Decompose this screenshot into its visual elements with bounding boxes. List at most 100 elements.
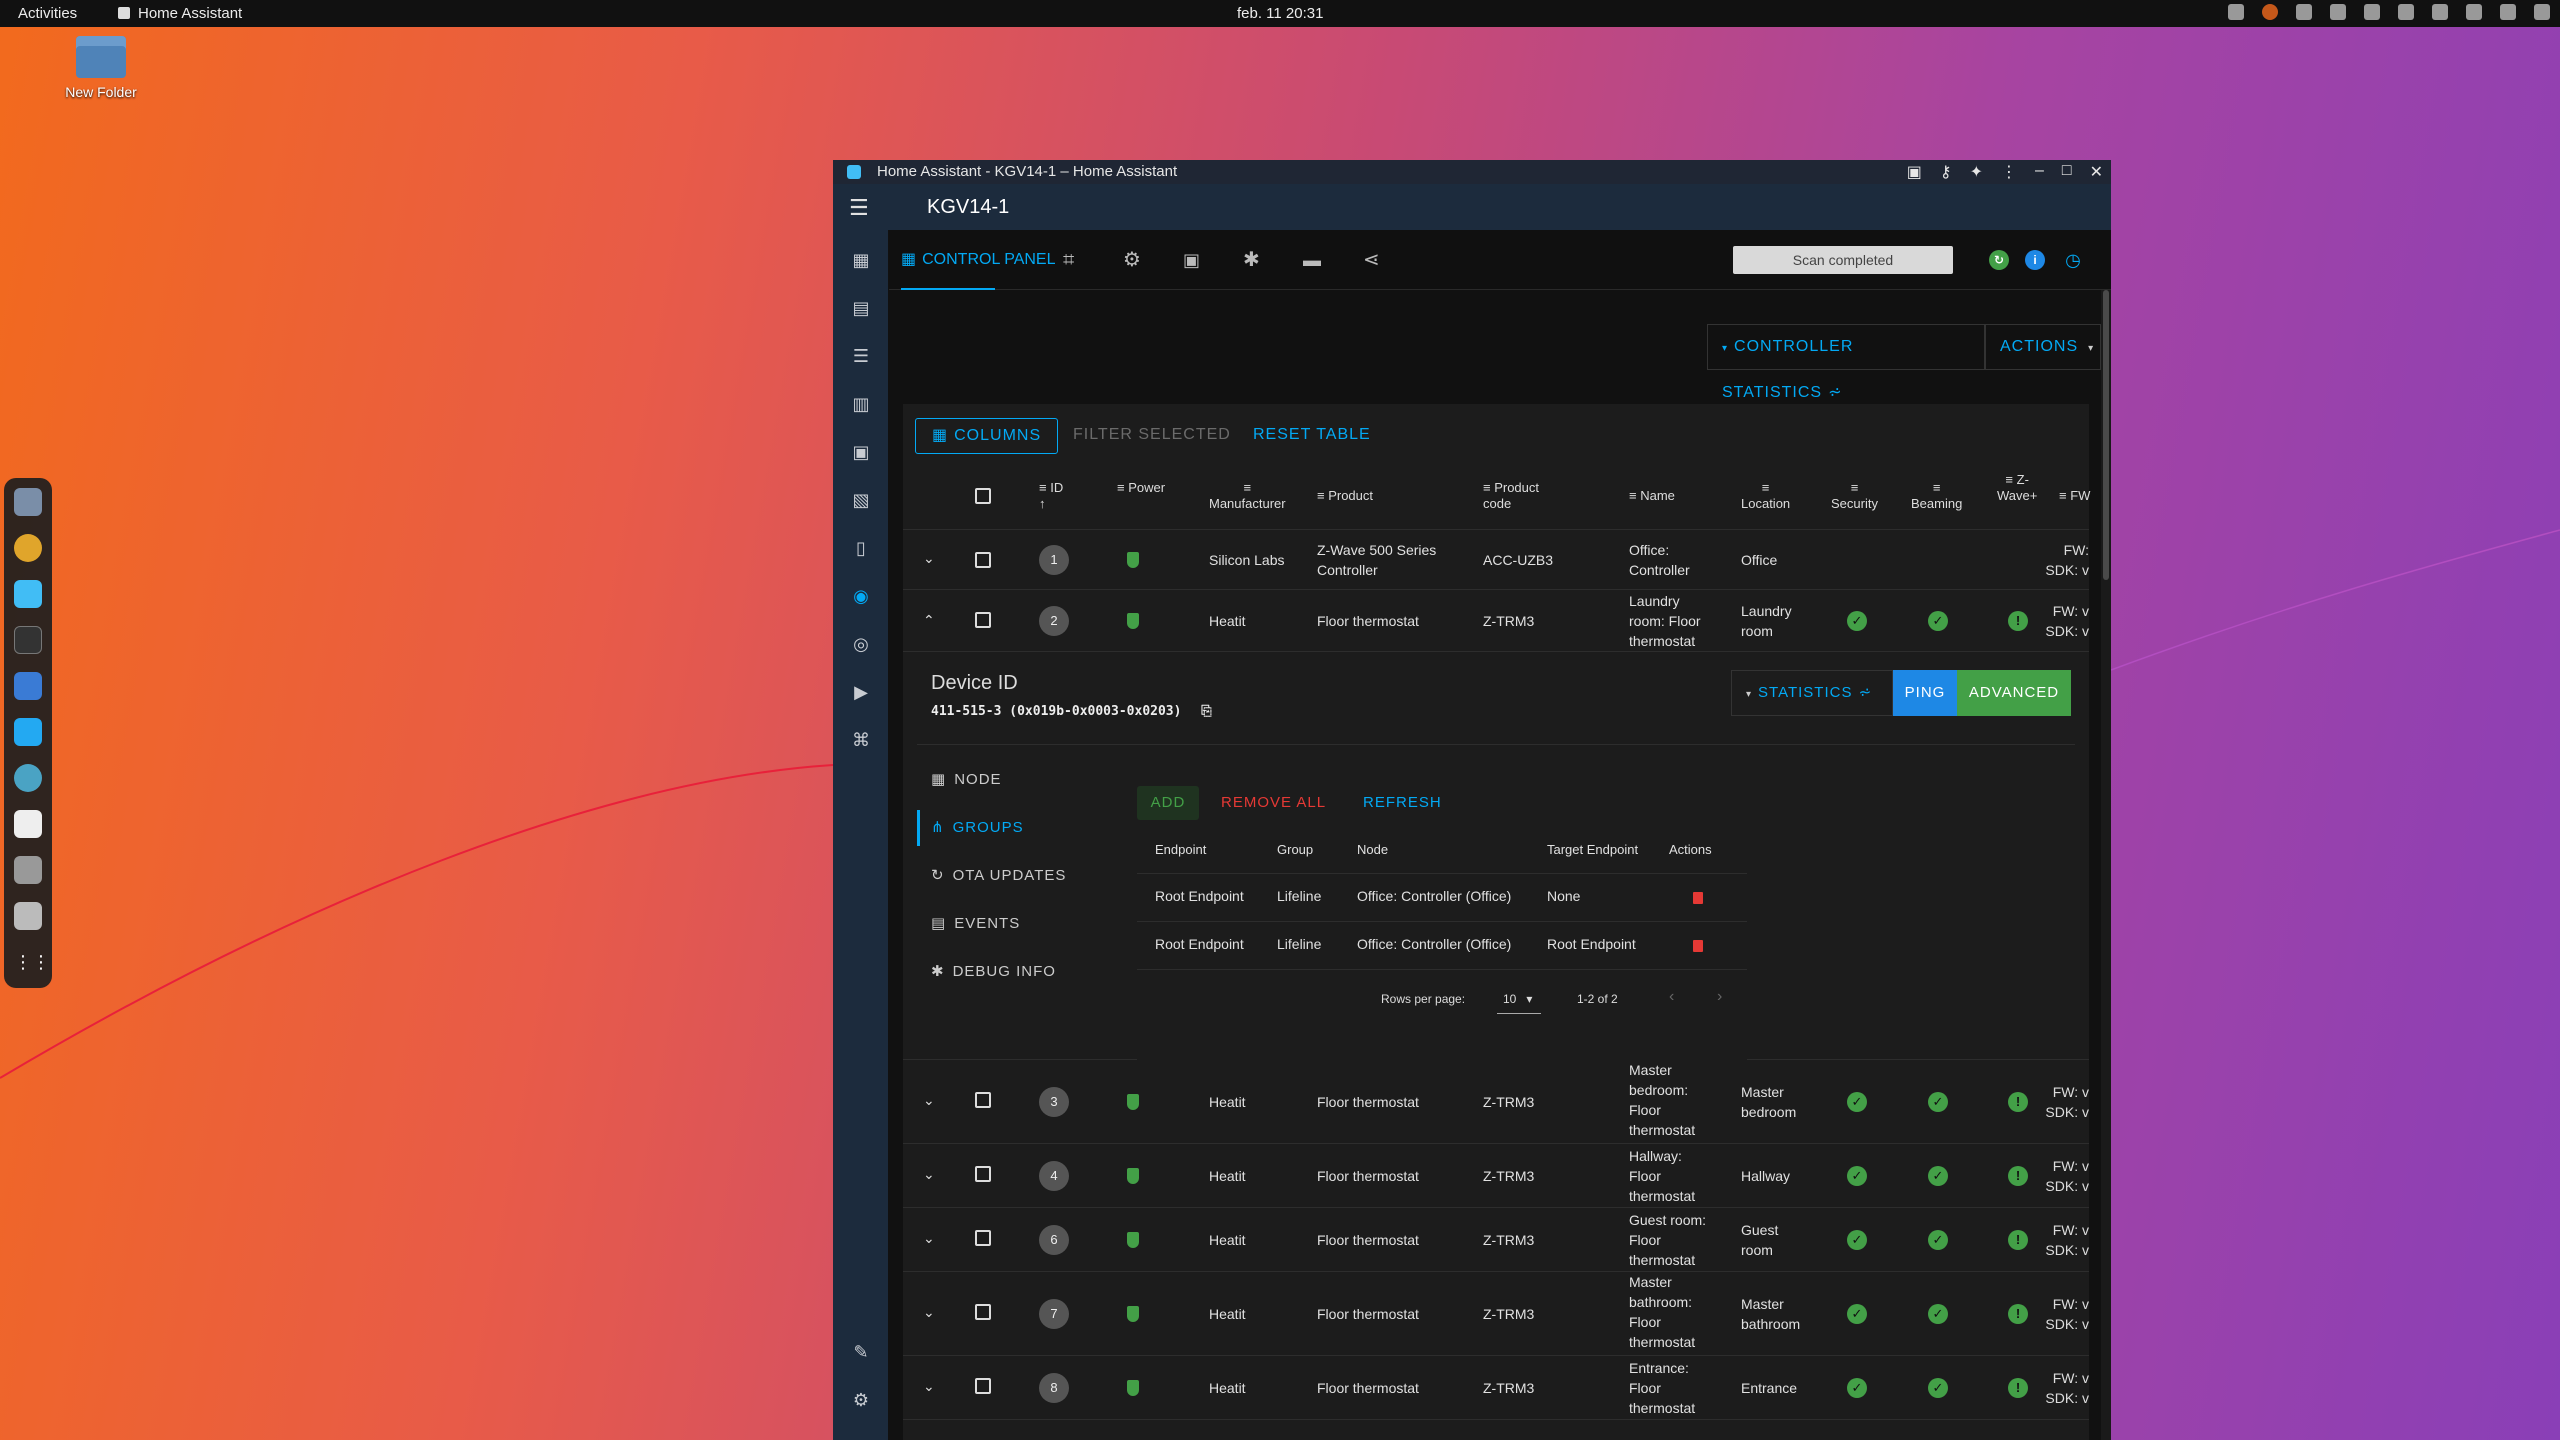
delete-icon[interactable] xyxy=(1693,892,1703,904)
controller-statistics-button[interactable]: ▾ CONTROLLER STATISTICS ⩫ xyxy=(1707,324,1985,401)
developer-tools-icon[interactable]: ✎ xyxy=(851,1342,871,1362)
calendar-icon[interactable]: ▣ xyxy=(851,442,871,462)
column-fw[interactable]: ≡ FW xyxy=(2059,488,2090,504)
column-beaming[interactable]: ≡ Beaming xyxy=(1911,480,1962,512)
next-page-icon[interactable]: › xyxy=(1717,988,1722,1006)
chrome-icon[interactable] xyxy=(14,534,42,562)
energy-icon[interactable]: ▯ xyxy=(851,538,871,558)
column-location[interactable]: ≡ Location xyxy=(1741,480,1790,512)
extension-icon[interactable]: ▣ xyxy=(1907,162,1922,182)
media-browser-icon[interactable]: ▶ xyxy=(851,682,871,702)
close-icon[interactable]: ✕ xyxy=(2090,162,2103,182)
row-checkbox[interactable] xyxy=(975,1092,991,1108)
tab-settings-icon[interactable]: ⚙ xyxy=(1123,230,1141,290)
app-grid-icon[interactable]: ⋮⋮ xyxy=(14,948,50,976)
more-vert-icon[interactable]: ⋮ xyxy=(2001,162,2017,182)
columns-button[interactable]: ▦ COLUMNS xyxy=(915,418,1059,454)
usb-icon[interactable] xyxy=(14,856,42,884)
device-nav-debug-info[interactable]: ✱ DEBUG INFO xyxy=(917,954,1056,990)
refresh-button[interactable]: REFRESH xyxy=(1355,786,1450,820)
window-titlebar[interactable]: Home Assistant - KGV14-1 – Home Assistan… xyxy=(833,160,2111,184)
vscode-icon[interactable] xyxy=(14,718,42,746)
menu-icon[interactable]: ☰ xyxy=(849,195,869,221)
column-product[interactable]: ≡ Product xyxy=(1317,488,1373,504)
row-checkbox[interactable] xyxy=(975,552,991,568)
tab-control-panel[interactable]: ▦ CONTROL PANEL xyxy=(901,230,1055,290)
device-nav-node[interactable]: ▦ NODE xyxy=(917,762,1002,798)
tab-network-icon[interactable]: ⌗ xyxy=(1063,230,1074,290)
prev-page-icon[interactable]: ‹ xyxy=(1669,988,1674,1006)
trash-icon[interactable] xyxy=(14,902,42,930)
table-row[interactable]: ⌄ 3 Heatit Floor thermostat Z-TRM3 Maste… xyxy=(903,1060,2089,1144)
expand-icon[interactable]: ⌄ xyxy=(923,1092,935,1109)
column-power[interactable]: ≡ Power xyxy=(1117,480,1165,496)
sync-icon[interactable]: ↻ xyxy=(1989,250,2009,270)
copy-icon[interactable]: ⎘ xyxy=(1201,704,1211,719)
tab-debug-icon[interactable]: ✱ xyxy=(1243,230,1260,290)
delete-icon[interactable] xyxy=(1693,940,1703,952)
logbook-icon[interactable]: ☰ xyxy=(851,346,871,366)
tab-scenes-icon[interactable]: ▣ xyxy=(1183,230,1200,290)
statistics-button[interactable]: ▾ STATISTICS ⩫ xyxy=(1731,670,1893,716)
row-checkbox[interactable] xyxy=(975,1378,991,1394)
column-name[interactable]: ≡ Name xyxy=(1629,488,1675,504)
table-row[interactable]: ⌃ 2 Heatit Floor thermostat Z-TRM3 Laund… xyxy=(903,590,2089,652)
zwave-icon[interactable]: ◉ xyxy=(851,586,871,606)
select-all-checkbox[interactable] xyxy=(975,488,991,504)
column-security[interactable]: ≡ Security xyxy=(1831,480,1878,512)
puzzle-icon[interactable]: ✦ xyxy=(1970,162,1983,182)
home-assistant-dock-icon[interactable] xyxy=(14,580,42,608)
device-nav-groups[interactable]: ⋔ GROUPS xyxy=(917,810,1024,846)
wikipedia-icon[interactable] xyxy=(14,810,42,838)
table-row[interactable]: ⌄ 7 Heatit Floor thermostat Z-TRM3 Maste… xyxy=(903,1272,2089,1356)
table-row[interactable]: ⌄ 8 Heatit Floor thermostat Z-TRM3 Entra… xyxy=(903,1356,2089,1420)
collapse-icon[interactable]: ⌃ xyxy=(923,612,935,629)
ping-button[interactable]: PING xyxy=(1893,670,1957,716)
add-button[interactable]: ADD xyxy=(1137,786,1199,820)
tab-folder-icon[interactable]: ▬ xyxy=(1303,230,1321,290)
device-nav-events[interactable]: ▤ EVENTS xyxy=(917,906,1020,942)
expand-icon[interactable]: ⌄ xyxy=(923,1166,935,1183)
code-editor-icon[interactable]: ⌘ xyxy=(851,730,871,750)
key-icon[interactable]: ⚷ xyxy=(1940,162,1952,182)
column-manufacturer[interactable]: ≡ Manufacturer xyxy=(1209,480,1286,512)
table-row[interactable]: ⌄ 1 Silicon Labs Z-Wave 500 Series Contro… xyxy=(903,530,2089,590)
expand-icon[interactable]: ⌄ xyxy=(923,1378,935,1395)
reset-table-button[interactable]: RESET TABLE xyxy=(1253,418,1371,454)
info-icon[interactable]: i xyxy=(2025,250,2045,270)
maximize-icon[interactable]: □ xyxy=(2062,162,2072,182)
row-checkbox[interactable] xyxy=(975,1166,991,1182)
map-icon[interactable]: ▤ xyxy=(851,298,871,318)
row-checkbox[interactable] xyxy=(975,1304,991,1320)
column-id[interactable]: ≡ ID ↑ xyxy=(1039,480,1063,512)
advanced-button[interactable]: ADVANCED xyxy=(1957,670,2071,716)
remove-all-button[interactable]: REMOVE ALL xyxy=(1213,786,1334,820)
history-icon[interactable]: ▥ xyxy=(851,394,871,414)
expand-icon[interactable]: ⌄ xyxy=(923,1304,935,1321)
zigbee-icon[interactable]: ◎ xyxy=(851,634,871,654)
actions-button[interactable]: ACTIONS ▾ xyxy=(1985,324,2101,370)
column-product-code[interactable]: ≡ Product code xyxy=(1483,480,1539,512)
app-icon[interactable] xyxy=(14,764,42,792)
expand-icon[interactable]: ⌄ xyxy=(923,1230,935,1247)
device-nav-ota-updates[interactable]: ↻ OTA UPDATES xyxy=(917,858,1066,894)
filter-selected-button[interactable]: FILTER SELECTED xyxy=(1073,418,1231,454)
row-checkbox[interactable] xyxy=(975,612,991,628)
media-icon[interactable]: ▧ xyxy=(851,490,871,510)
tab-share-icon[interactable]: ⋖ xyxy=(1363,230,1380,290)
minimize-icon[interactable]: – xyxy=(2035,162,2044,182)
scrollbar-thumb[interactable] xyxy=(2103,290,2109,580)
table-row[interactable]: ⌄ 6 Heatit Floor thermostat Z-TRM3 Guest… xyxy=(903,1208,2089,1272)
settings-icon[interactable]: ⚙ xyxy=(851,1390,871,1410)
scrollbar[interactable] xyxy=(2101,290,2111,1440)
terminal-icon[interactable] xyxy=(14,626,42,654)
desktop-folder[interactable]: New Folder xyxy=(58,36,144,100)
history-icon[interactable]: ◷ xyxy=(2063,250,2083,270)
expand-icon[interactable]: ⌄ xyxy=(923,550,935,567)
table-row[interactable]: ⌄ 4 Heatit Floor thermostat Z-TRM3 Hallw… xyxy=(903,1144,2089,1208)
files-icon[interactable] xyxy=(14,488,42,516)
dashboard-icon[interactable]: ▦ xyxy=(851,250,871,270)
column-zwave-plus[interactable]: ≡ Z- Wave+ xyxy=(1997,472,2037,504)
rows-per-page-select[interactable]: 10 ▾ xyxy=(1497,984,1541,1014)
thunderbird-icon[interactable] xyxy=(14,672,42,700)
